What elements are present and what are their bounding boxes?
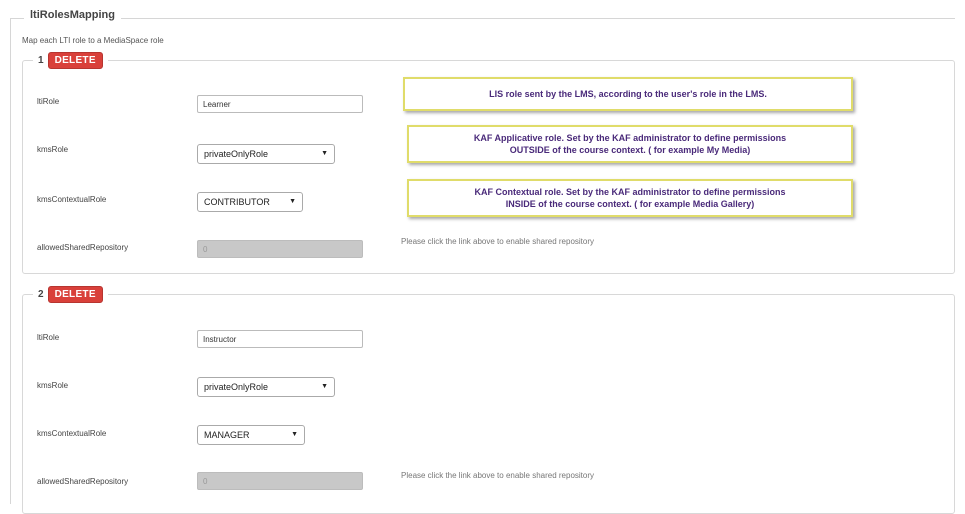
- kmsrole-select[interactable]: privateOnlyRole ▼: [197, 377, 335, 397]
- mapping-group-2: 2 DELETE ltiRole Instructor kmsRole priv…: [22, 286, 955, 514]
- mapping-group-1: 1 DELETE ltiRole Learner kmsRole private…: [22, 52, 955, 274]
- ltirole-input[interactable]: Learner: [197, 95, 363, 113]
- lis-role-annotation: LIS role sent by the LMS, according to t…: [403, 77, 853, 111]
- kmscontextualrole-label: kmsContextualRole: [37, 195, 107, 204]
- allowedsharedrepository-label: allowedSharedRepository: [37, 477, 129, 486]
- delete-button[interactable]: DELETE: [47, 286, 103, 303]
- chevron-down-icon: ▼: [321, 383, 328, 390]
- mapping-group-1-legend: 1 DELETE: [33, 52, 108, 69]
- ltirole-label: ltiRole: [37, 97, 60, 106]
- kaf-contextual-annotation-line1: KAF Contextual role. Set by the KAF admi…: [474, 187, 786, 197]
- kmsrole-select-value: privateOnlyRole: [204, 149, 269, 159]
- fieldset-description: Map each LTI role to a MediaSpace role: [22, 36, 164, 45]
- lis-role-annotation-text: LIS role sent by the LMS, according to t…: [489, 89, 767, 99]
- chevron-down-icon: ▼: [289, 198, 296, 205]
- kaf-applicative-annotation-line2: OUTSIDE of the course context. ( for exa…: [509, 145, 751, 155]
- mapping-index: 2: [38, 289, 44, 300]
- ltirole-input[interactable]: Instructor: [197, 330, 363, 348]
- kmscontextualrole-label: kmsContextualRole: [37, 429, 107, 438]
- chevron-down-icon: ▼: [291, 431, 298, 438]
- ltirole-label: ltiRole: [37, 333, 60, 342]
- allowedsharedrepository-input: 0: [197, 240, 363, 258]
- chevron-down-icon: ▼: [321, 150, 328, 157]
- kaf-contextual-annotation-line2: INSIDE of the course context. ( for exam…: [505, 199, 755, 209]
- shared-repository-hint: Please click the link above to enable sh…: [401, 237, 594, 246]
- mapping-group-2-legend: 2 DELETE: [33, 286, 108, 303]
- kmsrole-label: kmsRole: [37, 145, 69, 154]
- fieldset-border-left: [10, 18, 11, 504]
- kaf-contextual-annotation: KAF Contextual role. Set by the KAF admi…: [407, 179, 853, 217]
- allowedsharedrepository-label: allowedSharedRepository: [37, 243, 129, 252]
- kmsrole-select-value: privateOnlyRole: [204, 382, 269, 392]
- kmscontextualrole-select[interactable]: MANAGER ▼: [197, 425, 305, 445]
- allowedsharedrepository-input: 0: [197, 472, 363, 490]
- kmscontextualrole-select[interactable]: CONTRIBUTOR ▼: [197, 192, 303, 212]
- kmscontextualrole-select-value: MANAGER: [204, 430, 250, 440]
- delete-button[interactable]: DELETE: [47, 52, 103, 69]
- kmscontextualrole-select-value: CONTRIBUTOR: [204, 197, 270, 207]
- kmsrole-select[interactable]: privateOnlyRole ▼: [197, 144, 335, 164]
- shared-repository-hint: Please click the link above to enable sh…: [401, 471, 594, 480]
- kaf-applicative-annotation: KAF Applicative role. Set by the KAF adm…: [407, 125, 853, 163]
- fieldset-border-top: [10, 18, 955, 19]
- kaf-applicative-annotation-line1: KAF Applicative role. Set by the KAF adm…: [473, 133, 787, 143]
- fieldset-title: ltiRolesMapping: [24, 9, 121, 21]
- kmsrole-label: kmsRole: [37, 381, 69, 390]
- mapping-index: 1: [38, 55, 44, 66]
